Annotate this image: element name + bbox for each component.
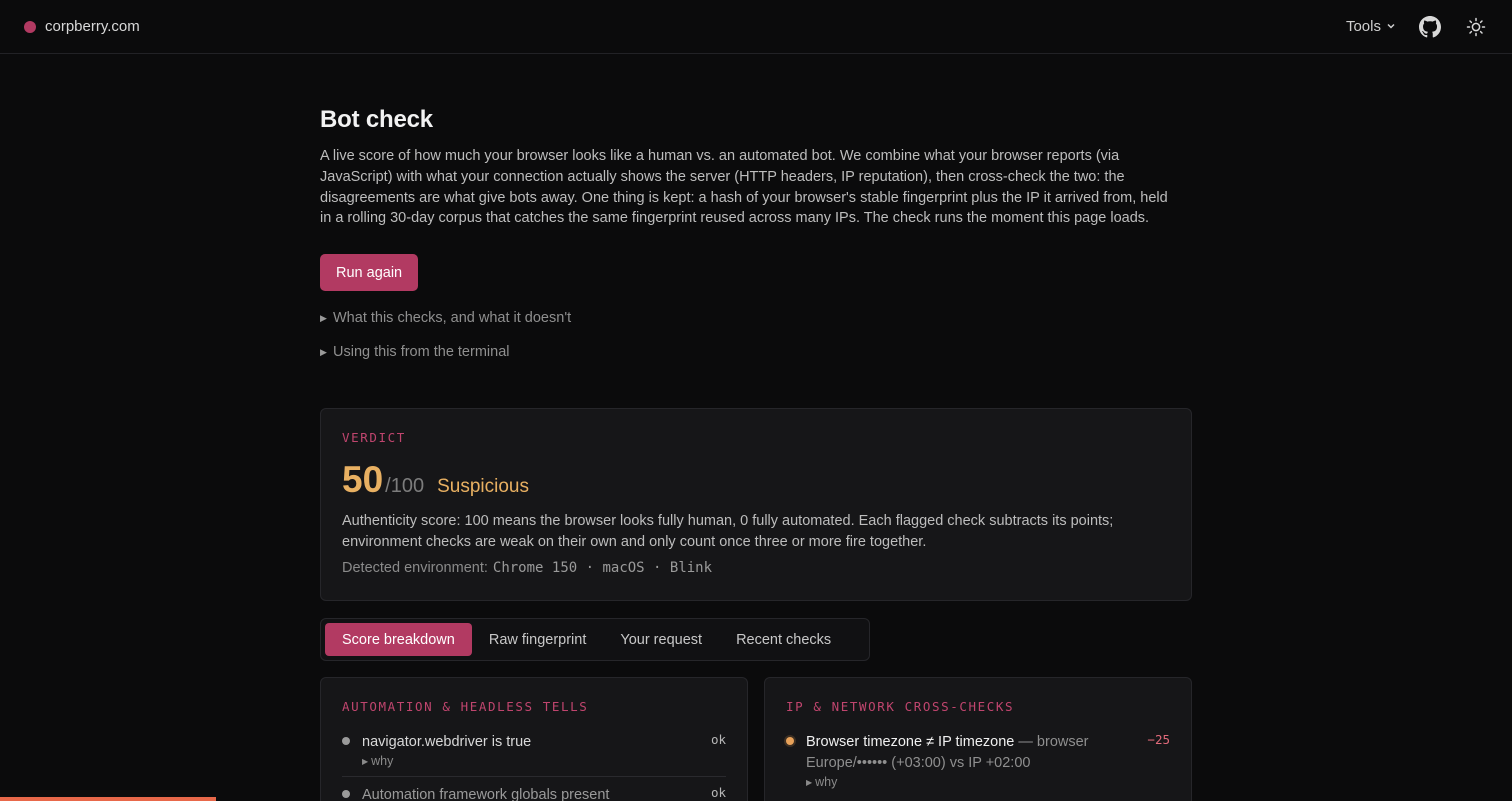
check-title: Browser timezone ≠ IP timezone — browser… bbox=[806, 732, 1130, 774]
github-icon[interactable] bbox=[1418, 15, 1442, 39]
top-nav-actions: Tools bbox=[1346, 15, 1488, 39]
score-value: 50 bbox=[342, 459, 384, 500]
run-again-button[interactable]: Run again bbox=[320, 254, 419, 292]
score-max: /100 bbox=[385, 475, 425, 497]
check-title-text: Browser timezone ≠ IP timezone bbox=[806, 734, 1015, 750]
check-body: navigator.webdriver is true ▶ why bbox=[362, 732, 726, 768]
env-value: Chrome 150 · macOS · Blink bbox=[492, 560, 713, 576]
verdict-description: Authenticity score: 100 means the browse… bbox=[342, 513, 1114, 550]
tab-score-breakdown[interactable]: Score breakdown bbox=[325, 623, 472, 656]
check-body: Browser timezone ≠ IP timezone — browser… bbox=[806, 732, 1170, 789]
triangle-right-icon: ▶ bbox=[362, 756, 369, 766]
env-label: Detected environment: bbox=[342, 560, 488, 576]
brand-name: corpberry.com bbox=[45, 18, 140, 35]
disclosure-label: What this checks, and what it doesn't bbox=[333, 310, 572, 327]
check-title: navigator.webdriver is true bbox=[362, 734, 532, 750]
tools-menu-button[interactable]: Tools bbox=[1346, 18, 1396, 35]
chevron-down-icon bbox=[1386, 18, 1396, 35]
brand-logo-dot bbox=[24, 20, 36, 33]
main-content: Bot check A live score of how much your … bbox=[320, 106, 1192, 360]
check-item: Browser timezone ≠ IP timezone — browser… bbox=[786, 732, 1170, 789]
divider bbox=[342, 776, 726, 777]
results-tabs: Score breakdown Raw fingerprint Your req… bbox=[320, 618, 870, 661]
why-toggle[interactable]: ▶ why bbox=[362, 754, 726, 768]
why-label: why bbox=[371, 754, 394, 768]
verdict-label: VERDICT bbox=[342, 430, 406, 445]
detected-environment: Detected environment: Chrome 150 · macOS… bbox=[342, 560, 1170, 576]
score-row: 50 /100 Suspicious bbox=[342, 459, 1170, 501]
network-panel: IP & NETWORK CROSS-CHECKS Browser timezo… bbox=[764, 677, 1192, 801]
status-dot bbox=[786, 737, 794, 745]
check-status: ok bbox=[710, 732, 726, 747]
disclosure-what-this-checks[interactable]: ▶ What this checks, and what it doesn't bbox=[320, 310, 1192, 326]
panel-title: AUTOMATION & HEADLESS TELLS bbox=[342, 699, 589, 714]
why-toggle[interactable]: ▶ why bbox=[806, 775, 1130, 789]
tools-label: Tools bbox=[1345, 18, 1381, 35]
verdict-card: VERDICT 50 /100 Suspicious Authenticity … bbox=[320, 408, 1192, 601]
automation-panel: AUTOMATION & HEADLESS TELLS navigator.we… bbox=[320, 677, 748, 801]
tab-recent-checks[interactable]: Recent checks bbox=[719, 623, 848, 656]
loading-progress-bar bbox=[0, 797, 1512, 801]
verdict-text: Suspicious bbox=[437, 476, 529, 497]
check-item: navigator.webdriver is true ▶ why ok bbox=[342, 732, 726, 768]
disclosure-label: Using this from the terminal bbox=[333, 344, 510, 361]
status-dot bbox=[342, 737, 350, 745]
progress-fill bbox=[0, 797, 217, 801]
tab-your-request[interactable]: Your request bbox=[603, 623, 719, 656]
panel-title: IP & NETWORK CROSS-CHECKS bbox=[786, 699, 1015, 714]
brand-link[interactable]: corpberry.com bbox=[24, 18, 140, 35]
intro-text: A live score of how much your browser lo… bbox=[320, 148, 1168, 227]
disclosure-terminal[interactable]: ▶ Using this from the terminal bbox=[320, 344, 1192, 360]
triangle-right-icon: ▶ bbox=[320, 346, 327, 357]
page-title: Bot check bbox=[320, 106, 433, 133]
top-nav: corpberry.com Tools bbox=[0, 0, 1512, 54]
triangle-right-icon: ▶ bbox=[320, 312, 327, 323]
tab-raw-fingerprint[interactable]: Raw fingerprint bbox=[472, 623, 604, 656]
sun-icon[interactable] bbox=[1464, 15, 1488, 39]
check-penalty: −25 bbox=[1147, 732, 1170, 747]
why-label: why bbox=[815, 775, 838, 789]
triangle-right-icon: ▶ bbox=[806, 777, 813, 787]
